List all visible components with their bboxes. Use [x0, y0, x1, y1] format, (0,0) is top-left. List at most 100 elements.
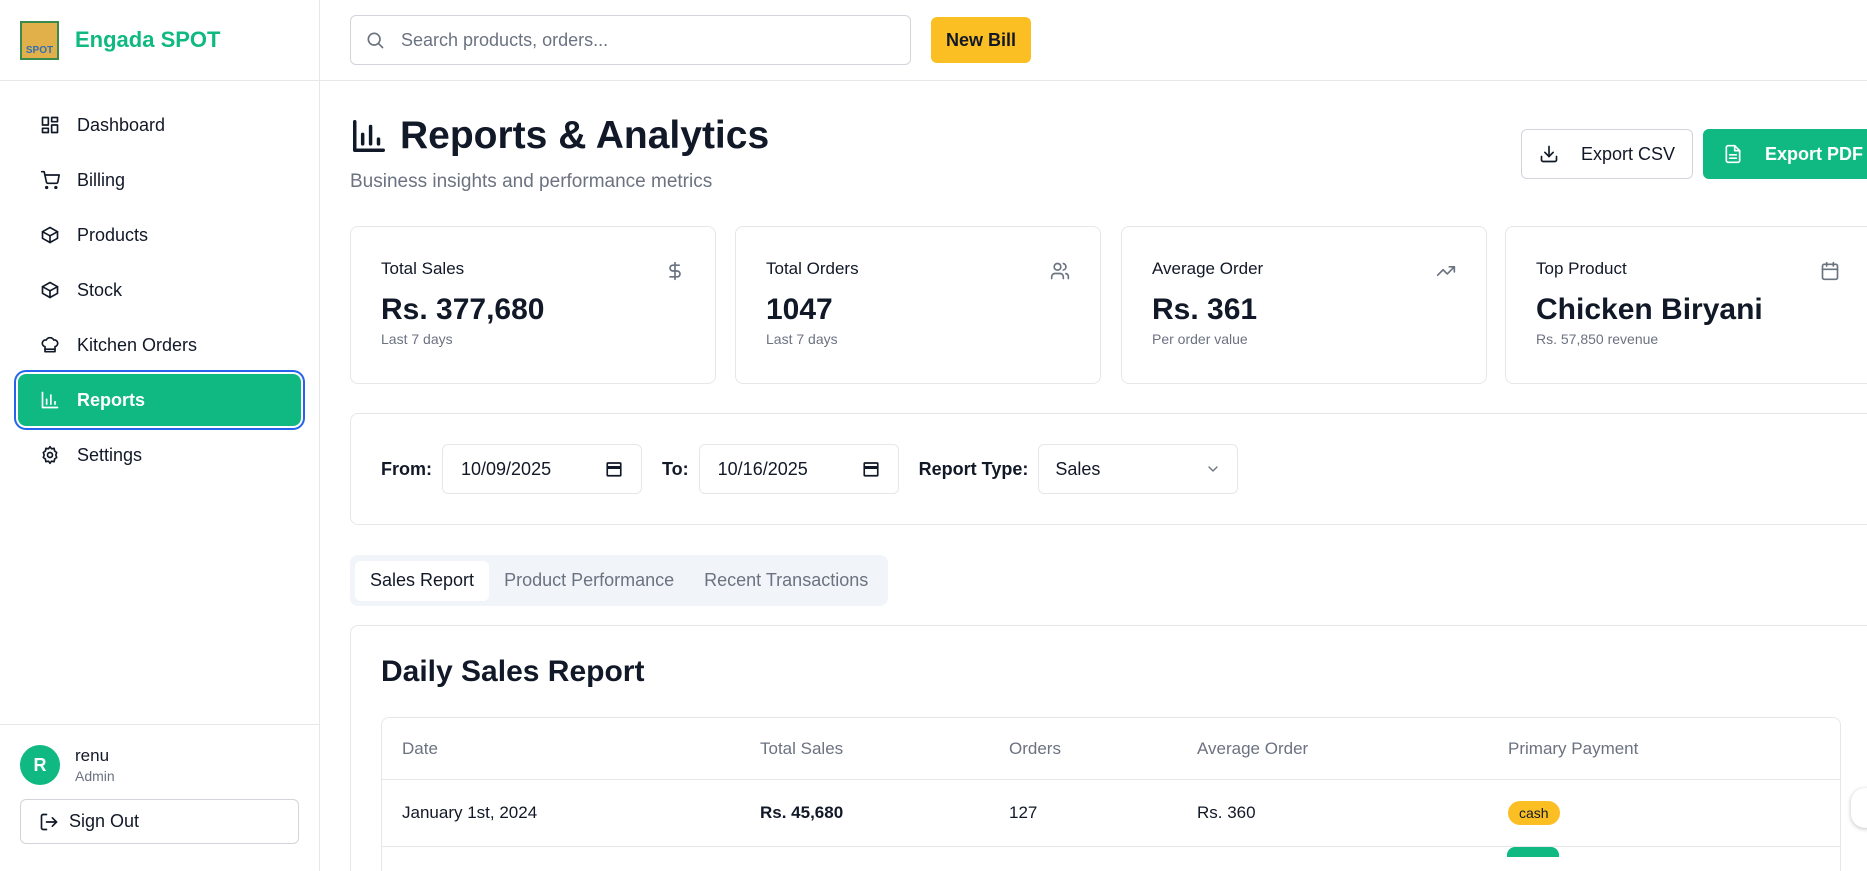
calendar-icon[interactable]: [605, 460, 623, 478]
grid-icon: [41, 116, 59, 134]
user-info: R renu Admin: [20, 745, 300, 785]
from-label: From:: [381, 458, 432, 479]
stat-note: Per order value: [1152, 331, 1248, 347]
tab-sales-report[interactable]: Sales Report: [355, 560, 490, 601]
stat-value: 1047: [766, 293, 833, 326]
sidebar-item-stock[interactable]: Stock: [18, 264, 301, 316]
column-header: Average Order: [1197, 738, 1309, 758]
sidebar-item-label: Products: [77, 224, 149, 245]
next-row-badge-partial: [1507, 847, 1559, 857]
tab-recent-transactions[interactable]: Recent Transactions: [689, 561, 883, 601]
stat-cards: Total Sales Rs. 377,680 Last 7 days Tota…: [350, 226, 1867, 384]
chevron-down-icon: [1208, 466, 1218, 472]
sidebar-item-label: Dashboard: [77, 114, 166, 135]
report-type-label: Report Type:: [918, 458, 1029, 479]
app-name: Engada SPOT: [75, 27, 221, 52]
search-input[interactable]: [401, 29, 881, 51]
file-text-icon: [1725, 144, 1741, 164]
stat-card-total-orders: Total Orders 1047 Last 7 days: [735, 226, 1101, 384]
page-title: Reports & Analytics: [350, 114, 769, 158]
to-date-input[interactable]: 10/16/2025: [698, 444, 899, 494]
sidebar-item-label: Settings: [77, 444, 143, 465]
stat-label: Top Product: [1536, 259, 1627, 278]
cell-primary-payment: cash: [1508, 780, 1560, 846]
export-csv-label: Export CSV: [1580, 143, 1676, 164]
export-pdf-button[interactable]: Export PDF: [1703, 129, 1867, 179]
column-header: Total Sales: [760, 738, 844, 758]
report-type-select[interactable]: Sales: [1038, 444, 1239, 494]
from-date-value: 10/09/2025: [461, 458, 552, 479]
search-box[interactable]: [350, 15, 911, 65]
table-row: January 1st, 2024 Rs. 45,680 127 Rs. 360…: [382, 780, 1840, 847]
column-header: Date: [402, 738, 438, 758]
from-date-input[interactable]: 10/09/2025: [442, 444, 642, 494]
users-icon: [1050, 262, 1070, 280]
table-header-row: Date Total Sales Orders Average Order Pr…: [382, 718, 1840, 780]
to-label: To:: [662, 458, 689, 479]
calendar-icon: [1821, 261, 1839, 281]
user-name: renu: [75, 746, 110, 765]
export-csv-button[interactable]: Export CSV: [1521, 129, 1693, 179]
chef-hat-icon: [41, 336, 59, 353]
floating-widget[interactable]: [1851, 788, 1867, 828]
report-type-value: Sales: [1055, 458, 1101, 479]
stat-value: Rs. 377,680: [381, 293, 545, 326]
sidebar-item-label: Kitchen Orders: [77, 334, 198, 355]
cart-icon: [40, 170, 60, 190]
package-icon: [41, 281, 59, 299]
sidebar-item-billing[interactable]: Billing: [18, 154, 301, 206]
sidebar-item-label: Reports: [77, 389, 146, 410]
stat-card-total-sales: Total Sales Rs. 377,680 Last 7 days: [350, 226, 716, 384]
cell-total-sales: Rs. 45,680: [760, 803, 844, 822]
page-subtitle: Business insights and performance metric…: [350, 171, 713, 192]
avatar: R: [20, 745, 60, 785]
sidebar-item-dashboard[interactable]: Dashboard: [18, 99, 301, 151]
stat-value: Rs. 361: [1152, 293, 1258, 326]
trending-up-icon: [1436, 266, 1456, 276]
page-header: Reports & Analytics Business insights an…: [350, 81, 1867, 226]
search-icon: [367, 32, 384, 49]
user-meta: renu Admin: [75, 746, 115, 784]
stat-label: Total Orders: [766, 259, 859, 278]
export-pdf-label: Export PDF: [1765, 143, 1864, 164]
stat-value: Chicken Biryani: [1536, 293, 1763, 326]
sign-out-button[interactable]: Sign Out: [20, 799, 299, 844]
sidebar-item-label: Billing: [77, 169, 126, 190]
sales-table: Date Total Sales Orders Average Order Pr…: [381, 717, 1841, 871]
column-header: Orders: [1009, 738, 1061, 758]
stat-card-top-product: Top Product Chicken Biryani Rs. 57,850 r…: [1505, 226, 1867, 384]
sidebar-item-reports[interactable]: Reports: [18, 374, 301, 426]
to-date-value: 10/16/2025: [717, 458, 808, 479]
stat-label: Total Sales: [381, 259, 465, 278]
sidebar: SPOT Engada SPOT Dashboard Billing Produ…: [0, 0, 320, 871]
column-header: Primary Payment: [1508, 738, 1639, 758]
sidebar-item-products[interactable]: Products: [18, 209, 301, 261]
daily-sales-report-card: Daily Sales Report Date Total Sales Orde…: [350, 625, 1867, 871]
report-tabs: Sales Report Product Performance Recent …: [350, 555, 889, 606]
sidebar-item-kitchen-orders[interactable]: Kitchen Orders: [18, 319, 301, 371]
bar-chart-icon: [41, 391, 59, 409]
download-icon: [1540, 145, 1558, 163]
cell-orders: 127: [1009, 803, 1038, 822]
page-title-text: Reports & Analytics: [400, 114, 770, 157]
brand: SPOT Engada SPOT: [0, 0, 319, 81]
calendar-icon[interactable]: [862, 460, 880, 478]
sidebar-item-settings[interactable]: Settings: [18, 429, 301, 481]
sign-out-label: Sign Out: [69, 811, 140, 831]
new-bill-button[interactable]: New Bill: [931, 17, 1032, 63]
user-role: Admin: [75, 768, 115, 784]
gear-icon: [42, 445, 58, 465]
report-filters: From: 10/09/2025 To: 10/16/2025 Report T…: [350, 413, 1867, 525]
cell-date: January 1st, 2024: [402, 803, 538, 822]
sidebar-nav: Dashboard Billing Products Stock Kitchen…: [0, 81, 319, 502]
package-icon: [41, 226, 59, 244]
tab-product-performance[interactable]: Product Performance: [489, 561, 689, 601]
dollar-icon: [669, 261, 681, 281]
log-out-icon: [40, 813, 58, 830]
top-bar: New Bill: [320, 0, 1867, 81]
user-panel: R renu Admin Sign Out: [0, 724, 320, 871]
stat-note: Last 7 days: [766, 331, 838, 347]
payment-badge: cash: [1508, 801, 1560, 825]
main-content: Reports & Analytics Business insights an…: [350, 81, 1867, 871]
stat-label: Average Order: [1152, 259, 1264, 278]
